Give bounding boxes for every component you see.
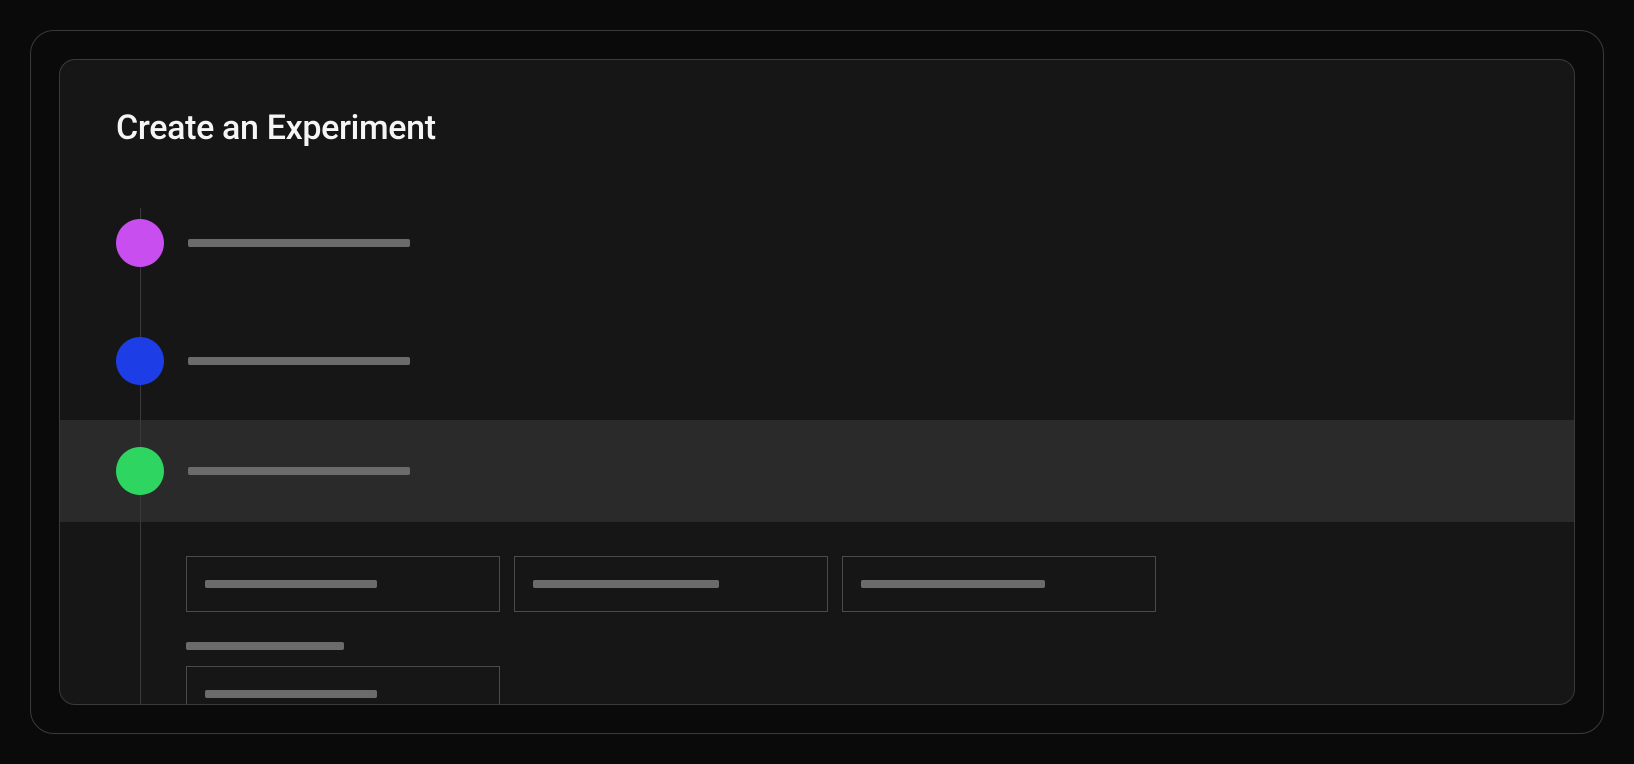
form-input-2[interactable]: [514, 556, 828, 612]
field-label-placeholder: [186, 642, 344, 650]
input-placeholder: [205, 580, 377, 588]
page-title: Create an Experiment: [60, 60, 1574, 184]
inner-frame: Create an Experiment: [59, 59, 1575, 705]
form-input-1[interactable]: [186, 556, 500, 612]
input-placeholder: [533, 580, 719, 588]
step-label-placeholder: [188, 239, 410, 247]
step-3[interactable]: [60, 420, 1574, 522]
step-label-placeholder: [188, 357, 410, 365]
steps-list: [60, 184, 1574, 705]
connector-line: [140, 471, 141, 705]
step-3-form: [60, 522, 1574, 705]
step-dot-icon: [116, 447, 164, 495]
form-input-4[interactable]: [186, 666, 500, 705]
step-label-placeholder: [188, 467, 410, 475]
input-placeholder: [205, 690, 377, 698]
step-1[interactable]: [60, 184, 1574, 302]
step-dot-icon: [116, 219, 164, 267]
input-placeholder: [861, 580, 1045, 588]
step-dot-icon: [116, 337, 164, 385]
input-row-1: [186, 556, 1574, 612]
outer-frame: Create an Experiment: [30, 30, 1604, 734]
step-2[interactable]: [60, 302, 1574, 420]
form-input-3[interactable]: [842, 556, 1156, 612]
